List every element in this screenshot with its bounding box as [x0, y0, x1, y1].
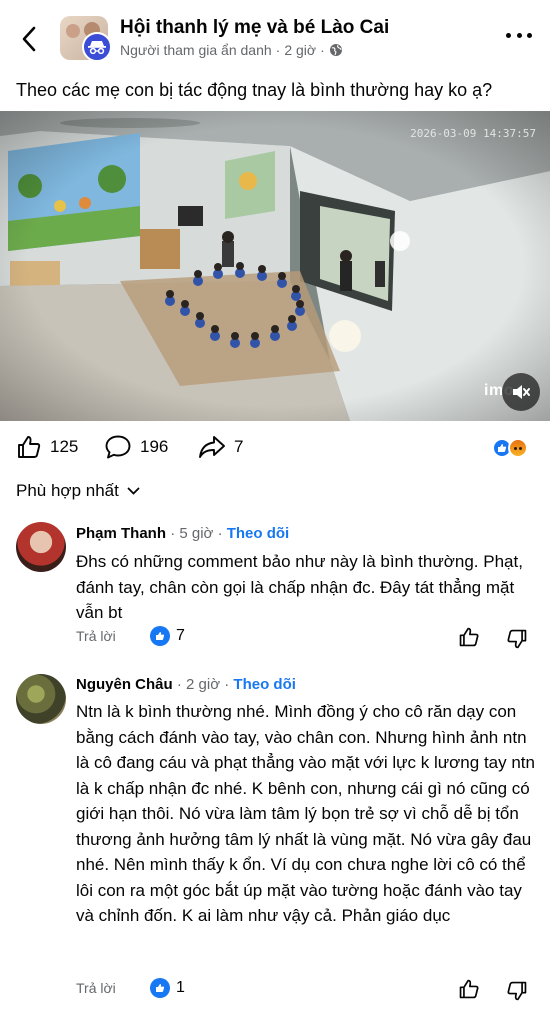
commenter-name[interactable]: Nguyên Châu — [76, 676, 173, 693]
angry-reaction-icon — [508, 438, 528, 458]
reply-button[interactable]: Trả lời — [76, 628, 116, 644]
post-meta: Người tham gia ẩn danh · 2 giờ · — [120, 42, 343, 58]
follow-button[interactable]: Theo dõi — [233, 676, 296, 693]
like-reaction-icon — [150, 626, 170, 646]
upvote-icon[interactable] — [458, 978, 480, 1000]
back-button[interactable] — [14, 24, 44, 54]
post-text: Theo các mẹ con bị tác động tnay là bình… — [16, 80, 493, 100]
author-label: Người tham gia ẩn danh — [120, 42, 272, 58]
share-button[interactable]: 7 — [198, 434, 243, 460]
comment-header: Nguyên Châu · 2 giờ · Theo dõi — [76, 676, 296, 693]
comment-reaction-count: 7 — [176, 627, 185, 644]
comment-button[interactable]: 196 — [104, 434, 168, 460]
globe-icon — [329, 44, 342, 56]
camera-timestamp: 2026-03-09 14:37:57 — [410, 127, 536, 140]
more-options-button[interactable] — [506, 30, 532, 40]
sort-label: Phù hợp nhất — [16, 481, 119, 500]
downvote-icon[interactable] — [506, 980, 528, 1002]
share-arrow-icon — [199, 436, 225, 458]
downvote-icon[interactable] — [506, 628, 528, 650]
post-header: Hội thanh lý mẹ và bé Lào Cai Người tham… — [0, 0, 550, 72]
comment-sort-dropdown[interactable]: Phù hợp nhất — [16, 481, 140, 501]
classroom-cctv-image — [0, 111, 550, 421]
reply-button[interactable]: Trả lời — [76, 980, 116, 996]
meta-separator: · — [275, 42, 281, 58]
commenter-avatar[interactable] — [16, 522, 66, 572]
commenter-avatar[interactable] — [16, 674, 66, 724]
upvote-icon[interactable] — [458, 626, 480, 648]
post-time[interactable]: 2 giờ — [284, 42, 316, 58]
comment-bubble-icon — [105, 435, 131, 459]
commenter-name[interactable]: Phạm Thanh — [76, 525, 166, 542]
chevron-left-icon — [22, 26, 36, 52]
comment-time: 5 giờ — [179, 525, 214, 542]
like-reaction-icon — [150, 978, 170, 998]
meta-separator-2: · — [320, 42, 325, 58]
comment-header: Phạm Thanh · 5 giờ · Theo dõi — [76, 525, 290, 542]
comment-actions: Trả lời 7 — [76, 626, 536, 650]
reaction-summary[interactable] — [492, 436, 536, 460]
like-button[interactable]: 125 — [16, 434, 78, 460]
follow-button[interactable]: Theo dõi — [227, 525, 290, 542]
comment-time: 2 giờ — [186, 676, 221, 693]
comment-actions: Trả lời 1 — [76, 978, 536, 1002]
speaker-muted-icon — [513, 385, 530, 399]
chevron-down-icon — [127, 487, 140, 495]
mute-button[interactable] — [502, 373, 540, 411]
group-name[interactable]: Hội thanh lý mẹ và bé Lào Cai — [120, 17, 389, 39]
comment-text: Đhs có những comment bảo như này là bình… — [76, 552, 523, 622]
like-count: 125 — [50, 437, 79, 456]
share-count: 7 — [234, 437, 244, 456]
anonymous-avatar-icon — [82, 32, 112, 62]
comment-count: 196 — [140, 437, 169, 456]
post-actions: 125 196 7 — [0, 428, 550, 466]
post-image[interactable]: 2026-03-09 14:37:57 imo — [0, 111, 550, 421]
comment-reactions[interactable]: 7 — [150, 626, 185, 646]
thumbs-up-icon — [18, 436, 41, 458]
comment-text: Ntn là k bình thường nhé. Mình đồng ý ch… — [76, 702, 535, 925]
comment-reaction-count: 1 — [176, 979, 185, 996]
comment-reactions[interactable]: 1 — [150, 978, 185, 998]
